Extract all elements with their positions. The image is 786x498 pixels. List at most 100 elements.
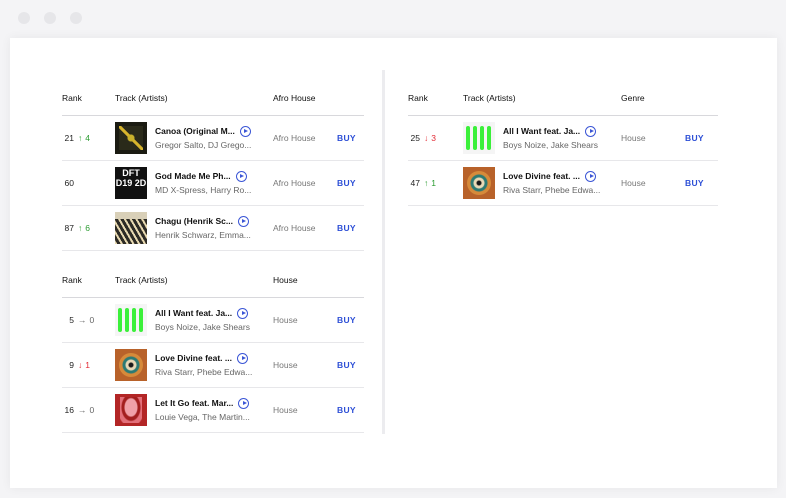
genre-link[interactable]: House [621, 160, 685, 206]
rank-change: 0 [89, 314, 95, 325]
track-cell: Love Divine feat. ... Riva Starr, Phebe E… [115, 342, 273, 388]
track-artists[interactable]: Louie Vega, The Martin... [155, 412, 255, 422]
genre-link[interactable]: House [273, 297, 337, 343]
rank-cell: 5 → 0 [62, 297, 115, 343]
table-row: 47 ↑ 1 Love Divine feat. ... Riva Starr, Phe… [408, 160, 718, 206]
album-art-image[interactable] [463, 121, 495, 154]
album-art-image[interactable] [115, 393, 147, 426]
play-icon[interactable] [239, 125, 251, 137]
buy-button[interactable]: BUY [337, 160, 364, 206]
track-artists[interactable]: Riva Starr, Phebe Edwa... [155, 367, 255, 377]
table-row: 21 ↑ 4 Canoa (Original M... Gregor Salto, DJ… [62, 115, 364, 161]
track-title[interactable]: Canoa (Original M... [155, 126, 235, 136]
buy-button[interactable]: BUY [337, 387, 364, 433]
rank-cell: 16 → 0 [62, 387, 115, 433]
track-cell: All I Want feat. Ja... Boys Noize, Jake S… [115, 297, 273, 343]
buy-button[interactable]: BUY [337, 205, 364, 251]
album-art-image[interactable] [115, 211, 147, 244]
album-art-image[interactable] [115, 348, 147, 381]
rank-header: Rank [62, 263, 115, 298]
track-artists[interactable]: Gregor Salto, DJ Grego... [155, 140, 255, 150]
track-artists[interactable]: Boys Noize, Jake Shears [503, 140, 603, 150]
track-cell: Canoa (Original M... Gregor Salto, DJ Gre… [115, 115, 273, 161]
table-header-row: Rank Track (Artists) House [62, 263, 364, 298]
play-icon[interactable] [585, 170, 596, 182]
buy-button[interactable]: BUY [337, 297, 364, 343]
track-title[interactable]: Let It Go feat. Mar... [155, 398, 233, 408]
genre-link[interactable]: Afro House [273, 205, 337, 251]
rank-number: 16 [64, 404, 74, 415]
rank-cell: 47 ↑ 1 [408, 160, 463, 206]
track-title[interactable]: Love Divine feat. ... [503, 171, 580, 181]
genre-link[interactable]: House [273, 387, 337, 433]
table-row: 5 → 0 All I Want feat. Ja... Boys Noize, Jak… [62, 297, 364, 343]
track-title[interactable]: God Made Me Ph... [155, 171, 231, 181]
track-cell: Let It Go feat. Mar... Louie Vega, The Ma… [115, 387, 273, 433]
play-icon[interactable] [235, 170, 247, 182]
table-row: 9 ↓ 1 Love Divine feat. ... Riva Starr, Pheb… [62, 342, 364, 388]
play-icon[interactable] [238, 397, 250, 409]
arrow-up-icon: ↑ [78, 132, 83, 143]
play-icon[interactable] [237, 352, 248, 364]
arrow-right-icon: → [78, 404, 87, 415]
track-artists[interactable]: Boys Noize, Jake Shears [155, 322, 255, 332]
rank-header: Rank [62, 81, 115, 116]
play-icon[interactable] [237, 307, 249, 319]
album-art-image[interactable] [115, 303, 147, 336]
browser-frame: Rank Track (Artists) Afro House 21 ↑ 4 Cano… [0, 0, 786, 498]
buy-button[interactable]: BUY [337, 342, 364, 388]
genre-link[interactable]: House [621, 115, 685, 161]
rank-number: 60 [64, 177, 74, 188]
track-title[interactable]: All I Want feat. Ja... [503, 126, 580, 136]
genre-header: House [273, 263, 337, 298]
rank-change: 3 [431, 132, 436, 143]
track-cell: Love Divine feat. ... Riva Starr, Phebe E… [463, 160, 621, 206]
rank-change: 6 [85, 222, 90, 233]
genre-header: Afro House [273, 81, 337, 116]
album-art-image[interactable] [463, 166, 495, 199]
genre-table: Rank Track (Artists) Genre 25 ↓ 3 All I Wan… [408, 81, 718, 206]
track-header: Track (Artists) [115, 263, 273, 298]
afro-house-table: Rank Track (Artists) Afro House 21 ↑ 4 Cano… [62, 81, 364, 251]
window-dot-icon[interactable] [44, 12, 56, 24]
rank-cell: 87 ↑ 6 [62, 205, 115, 251]
rank-number: 21 [64, 132, 74, 143]
buy-button[interactable]: BUY [685, 160, 718, 206]
rank-number: 5 [69, 314, 74, 325]
house-table: Rank Track (Artists) House 5 → 0 All I Want… [62, 263, 364, 433]
track-title[interactable]: Love Divine feat. ... [155, 353, 232, 363]
album-art-image[interactable]: DFT D19 2D [115, 166, 147, 199]
rank-number: 47 [410, 177, 420, 188]
buy-button[interactable]: BUY [337, 115, 364, 161]
arrow-up-icon: ↑ [424, 177, 429, 188]
track-header: Track (Artists) [463, 81, 621, 116]
buy-button[interactable]: BUY [685, 115, 718, 161]
arrow-down-icon: ↓ [78, 359, 83, 370]
arrow-down-icon: ↓ [424, 132, 429, 143]
window-dot-icon[interactable] [70, 12, 82, 24]
track-title[interactable]: All I Want feat. Ja... [155, 308, 232, 318]
table-header-row: Rank Track (Artists) Genre [408, 81, 718, 116]
rank-number: 9 [69, 359, 74, 370]
genre-link[interactable]: Afro House [273, 115, 337, 161]
rank-change: 1 [85, 359, 90, 370]
genre-header: Genre [621, 81, 685, 116]
rank-change: 4 [85, 132, 90, 143]
rank-number: 87 [64, 222, 74, 233]
table-row: 60 DFT D19 2D God Made Me Ph... MD X-Spress… [62, 160, 364, 206]
arrow-right-icon: → [78, 314, 87, 325]
track-cell: DFT D19 2D God Made Me Ph... MD X-Spress, … [115, 160, 273, 206]
genre-link[interactable]: Afro House [273, 160, 337, 206]
play-icon[interactable] [237, 215, 249, 227]
track-artists[interactable]: Henrik Schwarz, Emma... [155, 230, 255, 240]
album-art-image[interactable] [115, 121, 147, 154]
track-artists[interactable]: MD X-Spress, Harry Ro... [155, 185, 255, 195]
rank-header: Rank [408, 81, 463, 116]
track-title[interactable]: Chagu (Henrik Sc... [155, 216, 233, 226]
arrow-up-icon: ↑ [78, 222, 83, 233]
rank-number: 25 [410, 132, 420, 143]
play-icon[interactable] [585, 125, 597, 137]
window-dot-icon[interactable] [18, 12, 30, 24]
genre-link[interactable]: House [273, 342, 337, 388]
track-artists[interactable]: Riva Starr, Phebe Edwa... [503, 185, 603, 195]
